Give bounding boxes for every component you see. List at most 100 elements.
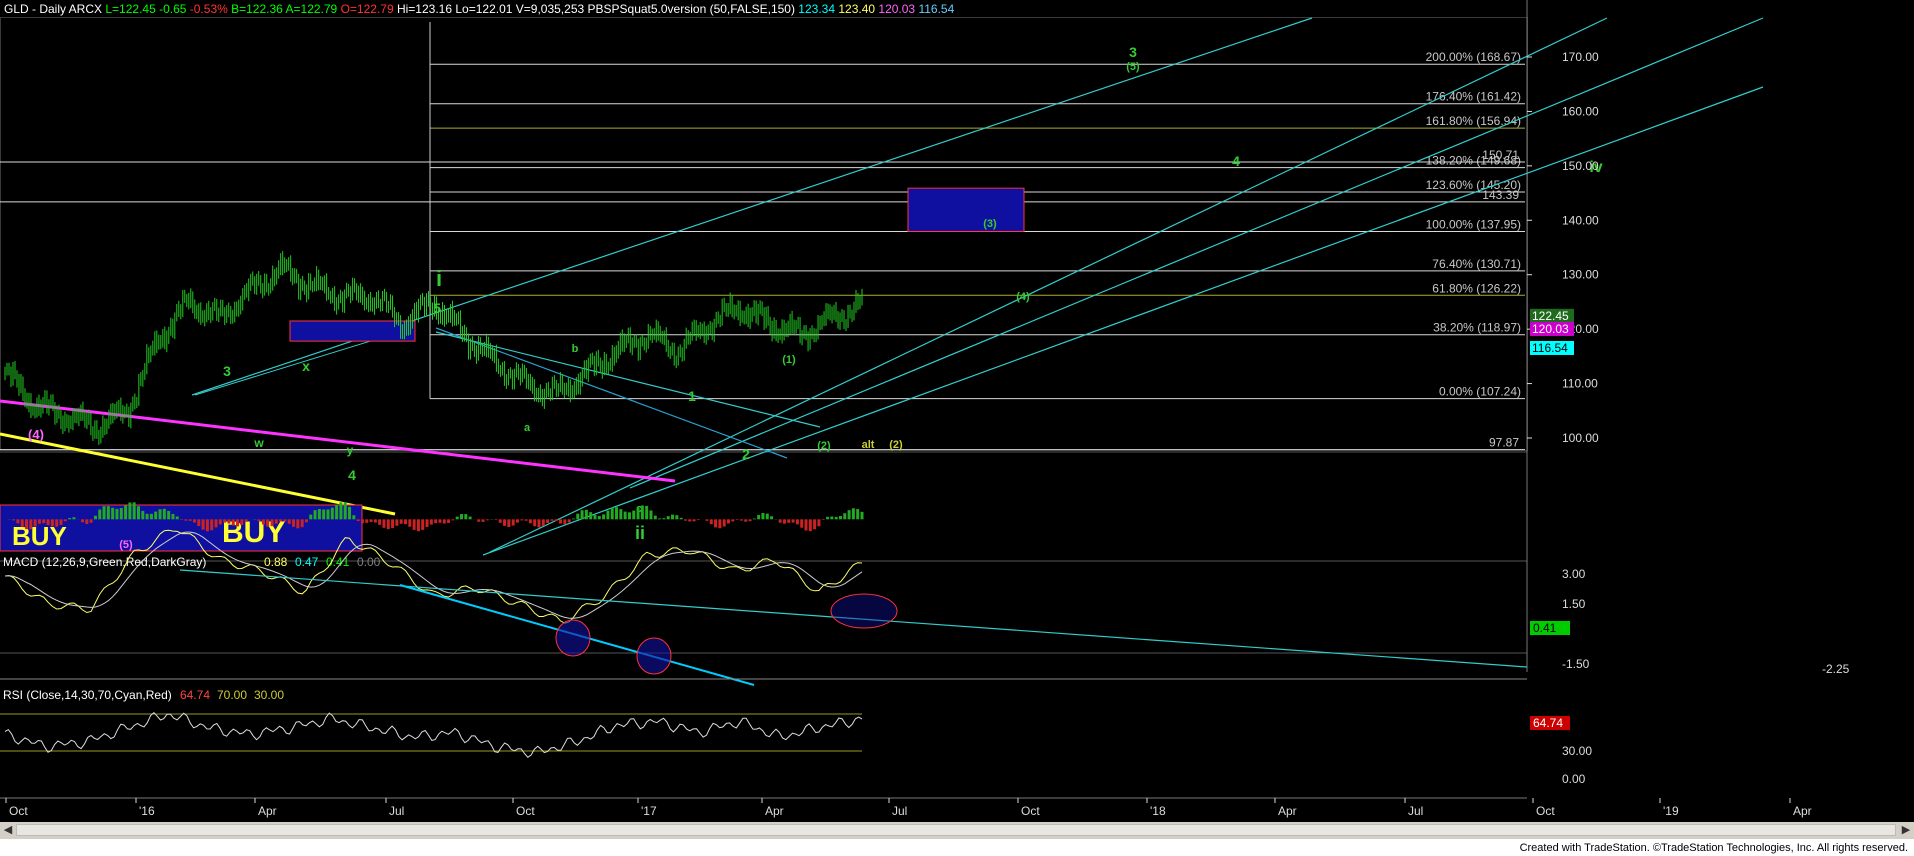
rsi-value: 30.00 [254, 688, 284, 702]
fib-level-label: 176.40% (161.42) [1426, 90, 1521, 104]
price-tick-label: 160.00 [1562, 104, 1599, 118]
price-badge-label: 116.54 [1532, 341, 1568, 355]
fib-level-label: 61.80% (126.22) [1432, 281, 1521, 295]
header-stat: 116.54 [918, 2, 954, 16]
macd-value: 0.00 [357, 555, 381, 569]
wave-label: 1 [688, 388, 696, 404]
wave-label: ii [635, 523, 645, 543]
wave-label: (4) [28, 427, 44, 442]
yellow-trend-line [0, 432, 396, 516]
wave-label: (5) [1126, 61, 1140, 73]
fib-level-label: 200.00% (168.67) [1426, 50, 1521, 64]
wave-label: b [572, 343, 579, 355]
macd-tick-label: 1.50 [1562, 597, 1586, 611]
header-stat: L=122.45 [105, 2, 159, 16]
price-tick-label: 110.00 [1562, 377, 1598, 391]
price-pane-border [0, 17, 1528, 451]
price-tick-label: 140.00 [1562, 213, 1599, 227]
scroll-left-arrow-icon[interactable]: ◀ [1, 824, 15, 836]
wave-label: (1) [782, 354, 796, 366]
fib-level-label: 38.20% (118.97) [1433, 321, 1521, 335]
header-stat: -0.65 [159, 2, 190, 16]
header-stat: B=122.36 [231, 2, 285, 16]
wave-label: (3) [983, 218, 997, 230]
header-stat: 123.34 [798, 2, 838, 16]
macd-badge-label: 0.41 [1533, 621, 1557, 635]
time-tick-label: '18 [1150, 804, 1166, 818]
wave-label: (4) [1016, 291, 1030, 303]
header-stat: -0.53% [190, 2, 231, 16]
rsi-badge-label: 64.74 [1533, 716, 1563, 730]
macd-highlight-circle [555, 619, 591, 657]
header-stat: O=122.79 [341, 2, 397, 16]
target-box [907, 187, 1025, 232]
price-badge-label: 120.03 [1532, 322, 1569, 336]
wave-label: w [253, 436, 264, 450]
time-tick-label: Jul [389, 804, 404, 818]
chart-canvas[interactable]: GLD - Daily ARCX L=122.45 -0.65 -0.53% B… [0, 0, 1914, 822]
time-tick-label: Oct [1536, 804, 1555, 818]
time-tick-label: Apr [1278, 804, 1297, 818]
fib-level-label: 161.80% (156.94) [1426, 114, 1521, 128]
header-stat: 123.40 [838, 2, 878, 16]
macd-highlight-circle [830, 593, 898, 629]
rsi-label: RSI (Close,14,30,70,Cyan,Red) [3, 688, 172, 702]
fib-level-label: 100.00% (137.95) [1426, 217, 1521, 231]
rsi-value: 70.00 [217, 688, 247, 702]
price-tick-label: 170.00 [1562, 50, 1599, 64]
macd-value: 0.47 [295, 555, 319, 569]
wave-label: (2) [817, 440, 831, 452]
rsi-tick-label: 0.00 [1562, 772, 1586, 786]
macd-tick-label: -1.50 [1562, 657, 1590, 671]
horizontal-scrollbar[interactable]: ◀ ▶ [0, 822, 1914, 839]
macd-label: MACD (12,26,9,Green,Red,DarkGray) [3, 555, 206, 569]
footer-credit: Created with TradeStation. ©TradeStation… [1519, 842, 1908, 854]
wave-label: y [347, 443, 354, 457]
horizontal-level-label: 97.87 [1489, 436, 1519, 450]
time-tick-label: Oct [9, 804, 28, 818]
header-stat: A=122.79 [286, 2, 341, 16]
wave-label: (2) [889, 439, 903, 451]
wave-label: 3 [1129, 44, 1137, 60]
horizontal-level-label: 150.71 [1482, 148, 1519, 162]
price-tick-label: 100.00 [1562, 431, 1599, 445]
price-tick-label: 150.00 [1562, 159, 1599, 173]
header-stat: Hi=123.16 [397, 2, 455, 16]
time-tick-label: Apr [765, 804, 784, 818]
time-tick-label: '19 [1663, 804, 1679, 818]
time-tick-label: Jul [1408, 804, 1423, 818]
wave-label: 3 [223, 363, 231, 379]
time-tick-label: Apr [1793, 804, 1812, 818]
macd-value: 0.88 [264, 555, 288, 569]
wave-label: a [524, 422, 531, 434]
channel-line [629, 17, 1764, 489]
time-tick-label: Jul [892, 804, 907, 818]
fib-level-label: 0.00% (107.24) [1439, 385, 1521, 399]
wave-label: 2 [742, 446, 750, 462]
wave-label: alt [862, 439, 875, 451]
macd-trend-label: -2.25 [1822, 662, 1850, 676]
header-stat: Lo=122.01 [455, 2, 515, 16]
wave-label: (5) [119, 539, 133, 551]
time-tick-label: Oct [1021, 804, 1040, 818]
rsi-value: 64.74 [180, 688, 210, 702]
fib-level-label: 76.40% (130.71) [1432, 257, 1521, 271]
time-tick-label: Apr [258, 804, 277, 818]
scrollbar-thumb[interactable] [16, 824, 1896, 836]
header-stat: V=9,035,253 [516, 2, 588, 16]
time-tick-label: '17 [641, 804, 657, 818]
price-tick-label: 130.00 [1562, 268, 1599, 282]
macd-highlight-circle [636, 637, 672, 675]
wave-label: x [302, 358, 310, 374]
macd-tick-label: 3.00 [1562, 567, 1586, 581]
symbol-label: GLD - Daily ARCX [4, 2, 105, 16]
wave-label: i [436, 266, 442, 291]
scroll-right-arrow-icon[interactable]: ▶ [1899, 824, 1913, 836]
header-stat: PBSPSquat5.0version (50,FALSE,150) [588, 2, 799, 16]
wave-label: 5 [433, 300, 441, 316]
footer-bar: Created with TradeStation. ©TradeStation… [0, 839, 1914, 856]
time-tick-label: '16 [139, 804, 155, 818]
horizontal-level-label: 143.39 [1482, 188, 1519, 202]
rsi-tick-label: 30.00 [1562, 744, 1592, 758]
wave-label: 4 [348, 467, 356, 483]
